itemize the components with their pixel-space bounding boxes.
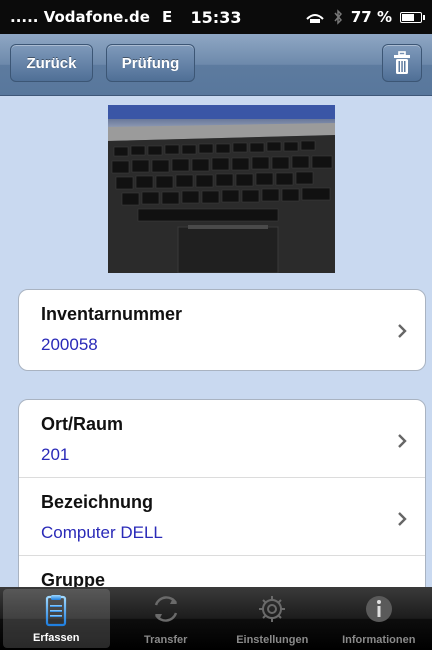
battery-icon	[400, 11, 425, 23]
location-room-cell[interactable]: Ort/Raum 201	[19, 400, 425, 478]
tab-bar: Erfassen Transfer Einstellungen Informat…	[0, 587, 432, 650]
tab-label: Erfassen	[33, 632, 80, 644]
tab-einstellungen[interactable]: Einstellungen	[219, 587, 326, 650]
bluetooth-icon	[334, 9, 342, 25]
check-button[interactable]: Prüfung	[106, 44, 195, 82]
description-cell[interactable]: Bezeichnung Computer DELL	[19, 478, 425, 556]
tab-erfassen[interactable]: Erfassen	[3, 589, 110, 648]
gear-icon	[259, 596, 286, 622]
tab-label: Informationen	[342, 634, 416, 646]
laptop-photo	[108, 105, 335, 273]
call-forward-icon	[306, 14, 324, 23]
cell-label: Inventarnummer	[41, 304, 183, 324]
tab-informationen[interactable]: Informationen	[326, 587, 432, 650]
info-icon	[365, 596, 392, 622]
clipboard-icon	[46, 595, 67, 627]
inventory-number-cell[interactable]: Inventarnummer 200058	[19, 290, 425, 370]
cell-value: 201	[41, 445, 70, 464]
details-group: Ort/Raum 201 Bezeichnung Computer DELL G…	[18, 399, 426, 599]
cell-label: Ort/Raum	[41, 414, 124, 434]
tab-transfer[interactable]: Transfer	[113, 587, 220, 650]
inventory-number-group: Inventarnummer 200058	[18, 289, 426, 371]
chevron-right-icon	[398, 434, 407, 448]
back-button[interactable]: Zurück	[10, 44, 93, 82]
tab-label: Einstellungen	[236, 634, 309, 646]
cell-value: Computer DELL	[41, 523, 163, 542]
refresh-icon	[154, 596, 177, 622]
status-right: 77 %	[305, 8, 425, 26]
item-photo[interactable]	[108, 105, 335, 273]
status-bar: ..... Vodafone.de E 15:33 77 %	[0, 0, 432, 34]
delete-button[interactable]	[382, 44, 422, 82]
cell-label: Bezeichnung	[41, 492, 154, 512]
trash-icon	[394, 51, 410, 74]
cell-value: 200058	[41, 335, 98, 354]
navigation-bar: Zurück Prüfung	[0, 34, 432, 96]
battery-percent: 77 %	[350, 8, 392, 26]
chevron-right-icon	[398, 324, 407, 338]
tab-label: Transfer	[144, 634, 188, 646]
chevron-right-icon	[398, 512, 407, 526]
